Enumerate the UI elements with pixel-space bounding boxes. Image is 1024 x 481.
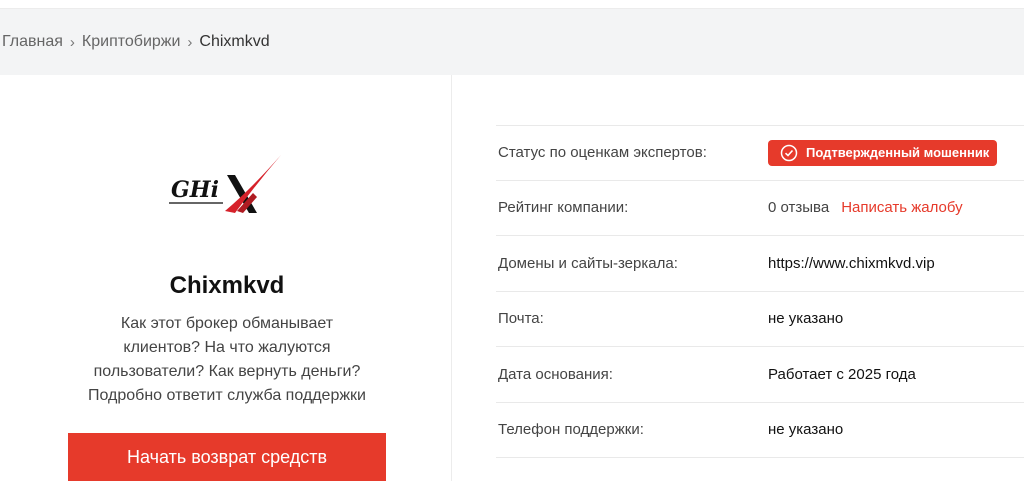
email-value: не указано xyxy=(768,310,844,328)
info-row-founded: Дата основания: Работает с 2025 года xyxy=(496,347,1024,403)
description-line: клиентов? На что жалуются xyxy=(123,339,331,356)
company-card: GHi Chixmkvd Как этот брокер обманывает … xyxy=(0,75,452,481)
company-info-table: Статус по оценкам экспертов: Подтвержден… xyxy=(496,125,1024,458)
company-logo: GHi xyxy=(169,155,281,213)
domains-value: https://www.chixmkvd.vip xyxy=(768,254,935,272)
description-line: Как этот брокер обманывает xyxy=(120,315,334,332)
svg-text:GHi: GHi xyxy=(171,177,219,203)
description-line: пользователи? Как вернуть деньги? xyxy=(93,363,361,380)
info-row-status: Статус по оценкам экспертов: Подтвержден… xyxy=(496,125,1024,181)
company-name: Chixmkvd xyxy=(169,272,285,299)
top-strip xyxy=(0,0,1024,8)
rating-value: 0 отзыва xyxy=(768,199,830,217)
status-badge: Подтвержденный мошенник xyxy=(768,139,998,166)
breadcrumb-section-link[interactable]: Криптобиржи xyxy=(82,33,181,51)
company-description: Как этот брокер обманывает клиентов? На … xyxy=(0,312,454,408)
rating-label: Рейтинг компании: xyxy=(498,199,629,217)
breadcrumb: Главная › Криптобиржи › Chixmkvd xyxy=(0,8,1024,75)
check-circle-icon xyxy=(780,144,798,161)
founded-label: Дата основания: xyxy=(498,365,613,383)
breadcrumb-current: Chixmkvd xyxy=(199,33,270,50)
founded-value: Работает с 2025 года xyxy=(768,365,916,383)
info-row-rating: Рейтинг компании: 0 отзыва Написать жало… xyxy=(496,181,1024,236)
description-line: Подробно ответит служба поддержки xyxy=(88,387,366,404)
start-refund-button[interactable]: Начать возврат средств xyxy=(68,433,386,481)
info-row-domains: Домены и сайты-зеркала: https://www.chix… xyxy=(496,236,1024,292)
chevron-right-icon: › xyxy=(187,33,193,51)
write-complaint-link[interactable]: Написать жалобу xyxy=(841,199,962,216)
info-row-phone: Телефон поддержки: не указано xyxy=(496,403,1024,458)
status-badge-text: Подтвержденный мошенник xyxy=(806,145,990,161)
phone-value: не указано xyxy=(768,421,844,439)
phone-label: Телефон поддержки: xyxy=(498,421,644,439)
domains-label: Домены и сайты-зеркала: xyxy=(498,254,678,272)
chevron-right-icon: › xyxy=(69,33,75,51)
breadcrumb-home-link[interactable]: Главная xyxy=(2,33,63,51)
info-row-email: Почта: не указано xyxy=(496,292,1024,347)
email-label: Почта: xyxy=(498,310,544,328)
status-label: Статус по оценкам экспертов: xyxy=(498,144,707,162)
